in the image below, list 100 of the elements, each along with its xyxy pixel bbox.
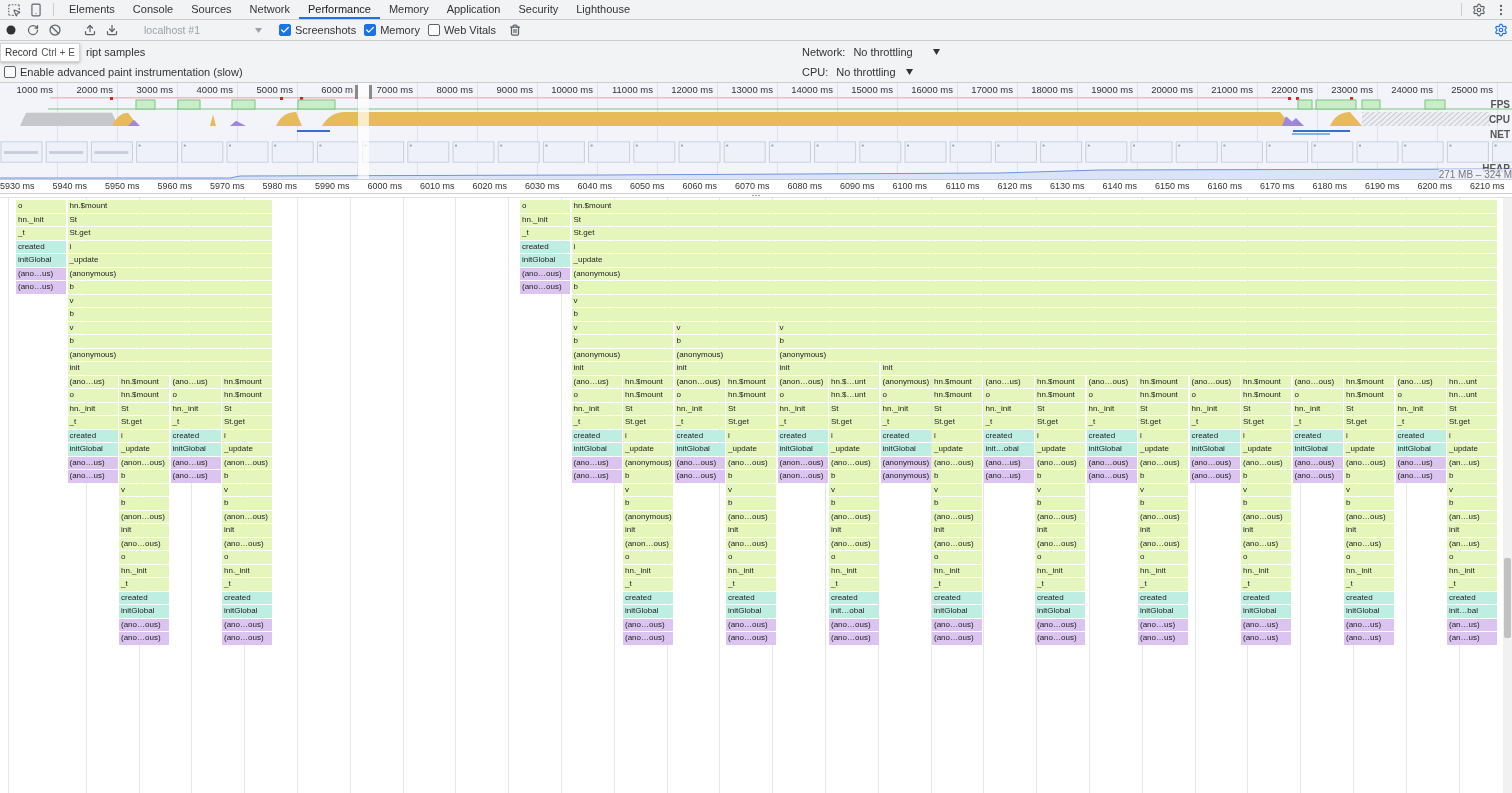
stack-frame[interactable]: initGlobal [1395,443,1446,456]
stack-frame[interactable]: init [571,362,673,375]
stack-frame[interactable]: (ano…us) [67,456,118,469]
stack-frame[interactable]: _update [1447,443,1497,456]
devtools-tab[interactable]: Lighthouse [567,0,640,19]
stack-frame[interactable]: created [1241,591,1291,604]
stack-frame[interactable]: o [1447,551,1497,564]
stack-frame[interactable]: _t [726,578,776,591]
stack-frame[interactable]: i [1241,429,1291,442]
stack-frame[interactable]: _t [67,416,118,429]
stack-frame[interactable]: (ano…ous) [623,618,673,631]
stack-frame[interactable]: init…obal [983,443,1034,456]
stack-frame[interactable]: (anon…ous) [119,510,169,523]
devtools-tab[interactable]: Console [123,0,183,19]
stack-frame[interactable]: _update [571,254,1497,267]
stack-frame[interactable]: _t [623,578,673,591]
stack-frame[interactable]: (ano…ous) [1035,456,1085,469]
stack-frame[interactable]: St.get [623,416,673,429]
stack-frame[interactable]: o [726,551,776,564]
stack-frame[interactable]: (ano…ous) [222,537,272,550]
stack-frame[interactable]: b [623,497,673,510]
stack-frame[interactable]: v [67,294,272,307]
stack-frame[interactable]: (ano…us) [1344,618,1394,631]
stack-frame[interactable]: init [829,524,879,537]
stack-frame[interactable]: (ano…ous) [1189,456,1240,469]
stack-frame[interactable]: o [1138,551,1188,564]
stack-frame[interactable]: init…obal [829,605,879,618]
stack-frame[interactable]: (ano…us) [170,375,221,388]
stack-frame[interactable]: _update [829,443,879,456]
stack-frame[interactable]: o [16,200,66,213]
stack-frame[interactable]: v [119,483,169,496]
stack-frame[interactable]: b [1035,497,1085,510]
stack-frame[interactable]: i [1138,429,1188,442]
stack-frame[interactable]: b [1035,470,1085,483]
stack-frame[interactable]: i [119,429,169,442]
stack-frame[interactable]: o [119,551,169,564]
stack-frame[interactable]: (anonymous) [674,348,776,361]
stack-frame[interactable]: (ano…us) [1138,632,1188,645]
stack-frame[interactable]: _t [119,578,169,591]
stack-frame[interactable]: (ano…us) [1395,470,1446,483]
stack-frame[interactable]: initGlobal [1241,605,1291,618]
stack-frame[interactable]: (ano…us) [571,456,622,469]
stack-frame[interactable]: (ano…ous) [520,267,570,280]
stack-frame[interactable]: (ano…ous) [1344,456,1394,469]
stack-frame[interactable]: initGlobal [880,443,931,456]
stack-frame[interactable]: (ano…us) [1395,456,1446,469]
stack-frame[interactable]: (ano…us) [16,281,66,294]
stack-frame[interactable]: o [520,200,570,213]
stack-frame[interactable]: b [829,497,879,510]
stack-frame[interactable]: initGlobal [1086,443,1137,456]
stack-frame[interactable]: (anonymous) [880,470,931,483]
stack-frame[interactable]: o [222,551,272,564]
stack-frame[interactable]: St.get [1241,416,1291,429]
stack-frame[interactable]: (ano…ous) [520,281,570,294]
stack-frame[interactable]: (ano…ous) [1292,470,1343,483]
stack-frame[interactable]: initGlobal [222,605,272,618]
stack-frame[interactable]: _t [222,578,272,591]
stack-frame[interactable]: b [119,497,169,510]
stack-frame[interactable]: (ano…ous) [1086,470,1137,483]
stack-frame[interactable]: b [222,470,272,483]
stack-frame[interactable]: (anon…ous) [777,456,828,469]
stack-frame[interactable]: St.get [119,416,169,429]
stack-frame[interactable]: i [932,429,982,442]
stack-frame[interactable]: (anonymous) [777,348,1497,361]
stack-frame[interactable]: (ano…ous) [932,632,982,645]
stack-frame[interactable]: hn.$mount [726,375,776,388]
stack-frame[interactable]: hn._init [170,402,221,415]
stack-frame[interactable]: init [1344,524,1394,537]
stack-frame[interactable]: i [222,429,272,442]
stack-frame[interactable]: hn.$mount [1138,389,1188,402]
stack-frame[interactable]: hn.$mount [119,389,169,402]
stack-frame[interactable]: (ano…ous) [222,618,272,631]
stack-frame[interactable]: hn.$mount [932,375,982,388]
stack-frame[interactable]: _update [119,443,169,456]
stack-frame[interactable]: (ano…ous) [932,537,982,550]
stack-frame[interactable]: (ano…us) [983,456,1034,469]
stack-frame[interactable]: b [932,470,982,483]
stack-frame[interactable]: hn.$mount [1344,389,1394,402]
stack-frame[interactable]: (ano…ous) [829,510,879,523]
stack-frame[interactable]: _update [726,443,776,456]
stack-frame[interactable]: v [1035,483,1085,496]
stack-frame[interactable]: St [1241,402,1291,415]
selection-handle[interactable] [369,85,372,99]
stack-frame[interactable]: i [571,240,1497,253]
stack-frame[interactable]: initGlobal [67,443,118,456]
stack-frame[interactable]: o [1086,389,1137,402]
stack-frame[interactable]: init [1138,524,1188,537]
stack-frame[interactable]: _t [932,578,982,591]
stack-frame[interactable]: o [1241,551,1291,564]
stack-frame[interactable]: _update [222,443,272,456]
stack-frame[interactable]: o [1395,389,1446,402]
stack-frame[interactable]: b [571,281,1497,294]
stack-frame[interactable]: (ano…ous) [1138,510,1188,523]
stack-frame[interactable]: i [726,429,776,442]
stack-frame[interactable]: hn.$mount [222,375,272,388]
stack-frame[interactable]: (ano…ous) [726,456,776,469]
stack-frame[interactable]: St.get [726,416,776,429]
stack-frame[interactable]: (ano…ous) [1189,375,1240,388]
stack-frame[interactable]: initGlobal [1189,443,1240,456]
stack-frame[interactable]: (anon…ous) [777,470,828,483]
